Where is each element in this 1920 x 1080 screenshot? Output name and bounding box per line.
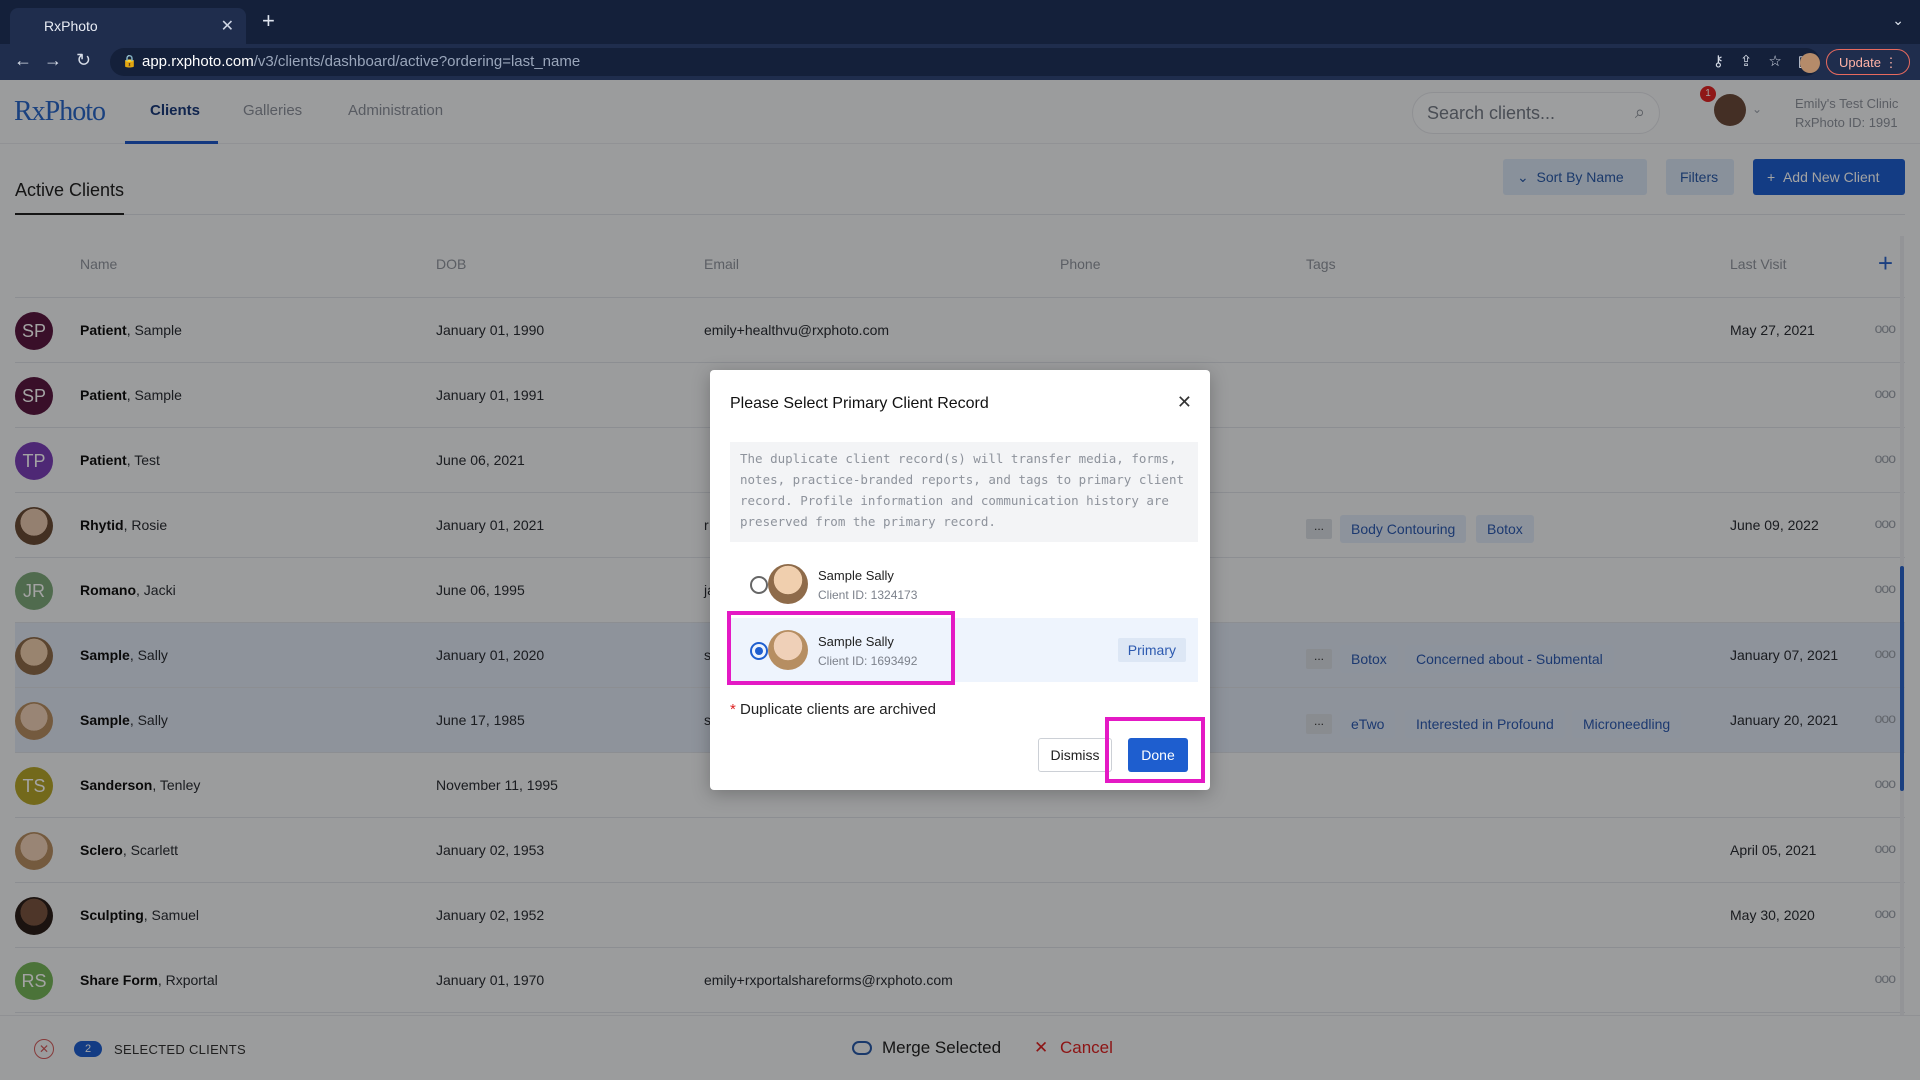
back-icon[interactable]: ← xyxy=(14,50,32,71)
client-record-option[interactable]: Sample Sally Client ID: 1324173 xyxy=(730,552,1198,616)
close-icon[interactable]: ✕ xyxy=(1177,392,1192,413)
tab-list-chevron-icon[interactable]: ⌄ xyxy=(1892,12,1904,29)
profile-avatar[interactable] xyxy=(1800,53,1820,73)
address-bar: ← → ↻ 🔒 app.rxphoto.com/v3/clients/dashb… xyxy=(0,44,1920,80)
client-id: Client ID: 1324173 xyxy=(818,588,918,602)
forward-icon[interactable]: → xyxy=(44,50,62,71)
client-name: Sample Sally xyxy=(818,568,894,583)
primary-badge: Primary xyxy=(1117,638,1186,662)
lock-icon: 🔒 xyxy=(122,54,137,68)
dismiss-button[interactable]: Dismiss xyxy=(1038,738,1112,772)
tab-close-icon[interactable]: ✕ xyxy=(221,16,234,36)
url-host: app.rxphoto.com xyxy=(142,53,254,70)
modal-title: Please Select Primary Client Record xyxy=(730,395,989,412)
highlight-done-button xyxy=(1105,717,1205,783)
browser-tab-bar: RxPhoto ✕ + ⌄ xyxy=(0,0,1920,44)
duplicate-note-text: Duplicate clients are archived xyxy=(735,701,936,718)
radio-button[interactable] xyxy=(750,576,768,594)
client-avatar xyxy=(768,564,808,604)
browser-tab[interactable]: RxPhoto ✕ xyxy=(10,8,246,44)
new-tab-icon[interactable]: + xyxy=(262,10,275,32)
update-label: Update xyxy=(1839,55,1881,70)
modal-description: The duplicate client record(s) will tran… xyxy=(730,442,1198,542)
duplicate-note: * Duplicate clients are archived xyxy=(730,701,936,718)
update-button[interactable]: Update ⋮ xyxy=(1826,49,1910,75)
url-path: /v3/clients/dashboard/active?ordering=la… xyxy=(253,53,581,70)
reload-icon[interactable]: ↻ xyxy=(76,50,91,71)
highlight-selected-record xyxy=(727,611,955,685)
url-field[interactable]: 🔒 app.rxphoto.com/v3/clients/dashboard/a… xyxy=(110,48,1820,76)
browser-tab-title: RxPhoto xyxy=(44,18,98,34)
